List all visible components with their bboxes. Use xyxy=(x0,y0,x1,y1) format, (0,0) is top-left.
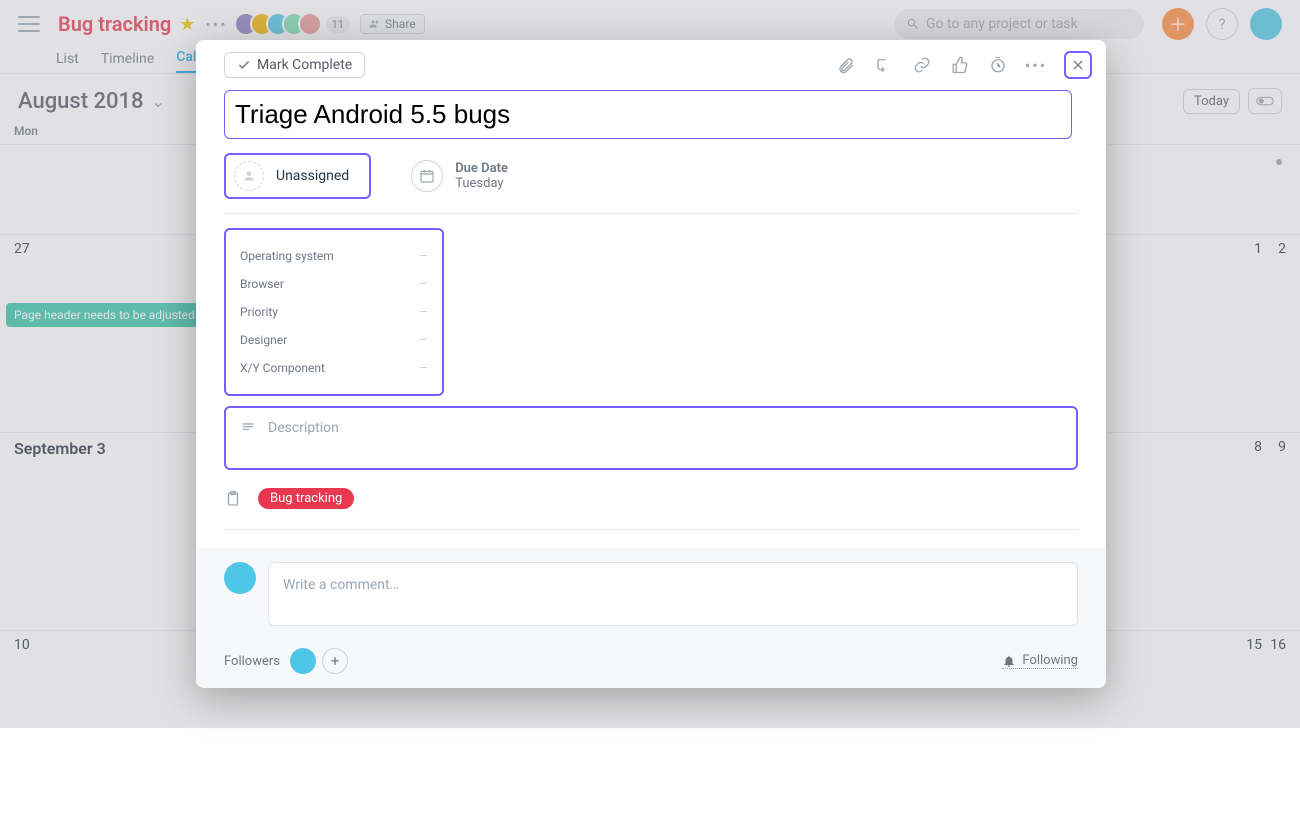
bell-icon xyxy=(1002,654,1016,668)
date-15[interactable]: 15 xyxy=(1246,637,1262,653)
date-27[interactable]: 27 xyxy=(14,241,30,257)
toggle-icon xyxy=(1256,94,1274,108)
field-browser-label: Browser xyxy=(240,277,284,291)
mark-complete-button[interactable]: Mark Complete xyxy=(224,52,365,78)
calendar-month[interactable]: August 2018 xyxy=(18,89,144,114)
modal-footer: Followers + Following xyxy=(196,640,1106,688)
today-dot-icon xyxy=(1276,159,1282,165)
close-icon xyxy=(1071,58,1085,72)
quick-add-button[interactable]: ＋ xyxy=(1162,8,1194,40)
date-sep-3[interactable]: September 3 xyxy=(14,439,106,458)
chevron-down-icon[interactable]: ⌄ xyxy=(152,92,165,111)
followers-label: Followers xyxy=(224,654,280,669)
search-icon xyxy=(906,17,920,31)
date-16[interactable]: 16 xyxy=(1270,637,1286,653)
following-button[interactable]: Following xyxy=(1002,653,1078,669)
project-pill[interactable]: Bug tracking xyxy=(258,488,354,509)
like-icon[interactable] xyxy=(950,55,970,75)
field-designer-label: Designer xyxy=(240,333,287,347)
date-8[interactable]: 8 xyxy=(1254,439,1262,455)
comment-bar: Write a comment… xyxy=(196,548,1106,640)
modal-toolbar: Mark Complete ••• xyxy=(196,40,1106,90)
date-9[interactable]: 9 xyxy=(1278,439,1286,455)
field-priority-label: Priority xyxy=(240,305,278,319)
share-button[interactable]: Share xyxy=(360,14,425,34)
description-input[interactable]: Description xyxy=(224,406,1078,470)
help-button[interactable]: ? xyxy=(1206,8,1238,40)
people-icon xyxy=(369,18,381,30)
menu-icon[interactable] xyxy=(18,16,40,32)
weekend-toggle-button[interactable] xyxy=(1248,88,1282,114)
task-title-input[interactable] xyxy=(224,90,1072,139)
commenter-avatar xyxy=(224,562,256,594)
member-avatars[interactable]: 11 xyxy=(242,12,350,36)
user-avatar[interactable] xyxy=(1250,8,1282,40)
copy-link-icon[interactable] xyxy=(912,55,932,75)
attachment-icon[interactable] xyxy=(836,55,856,75)
calendar-event[interactable]: Page header needs to be adjusted xyxy=(6,303,203,327)
date-10[interactable]: 10 xyxy=(14,637,30,653)
member-count: 11 xyxy=(326,16,350,33)
tab-list[interactable]: List xyxy=(56,51,79,73)
date-2[interactable]: 2 xyxy=(1278,241,1286,257)
project-row: Bug tracking xyxy=(224,488,1078,530)
more-icon[interactable]: ••• xyxy=(1026,55,1046,75)
project-more-icon[interactable]: ••• xyxy=(205,15,227,34)
add-follower-button[interactable]: + xyxy=(322,648,348,674)
comment-input[interactable]: Write a comment… xyxy=(268,562,1078,626)
project-title[interactable]: Bug tracking xyxy=(58,12,171,36)
field-os-label: Operating system xyxy=(240,249,334,263)
close-button[interactable] xyxy=(1064,51,1092,79)
assignee-button[interactable]: Unassigned xyxy=(224,153,371,199)
follower-avatar[interactable] xyxy=(290,648,316,674)
calendar-icon xyxy=(411,160,443,192)
description-icon xyxy=(240,420,256,436)
person-icon xyxy=(234,161,264,191)
subtask-icon[interactable] xyxy=(874,55,894,75)
custom-fields[interactable]: Operating system— Browser— Priority— Des… xyxy=(224,228,444,396)
search-input[interactable]: Go to any project or task xyxy=(894,9,1144,39)
check-icon xyxy=(237,58,251,72)
due-date-button[interactable]: Due Date Tuesday xyxy=(411,160,508,192)
star-icon[interactable]: ★ xyxy=(179,14,195,35)
tab-timeline[interactable]: Timeline xyxy=(101,51,154,73)
top-bar: Bug tracking ★ ••• 11 Share Go to any pr… xyxy=(0,0,1300,44)
timer-icon[interactable] xyxy=(988,55,1008,75)
today-button[interactable]: Today xyxy=(1183,89,1240,114)
clipboard-icon xyxy=(224,490,242,508)
field-xy-label: X/Y Component xyxy=(240,361,325,375)
date-1[interactable]: 1 xyxy=(1254,241,1262,257)
task-detail-modal: Mark Complete ••• Unassigned xyxy=(196,40,1106,688)
